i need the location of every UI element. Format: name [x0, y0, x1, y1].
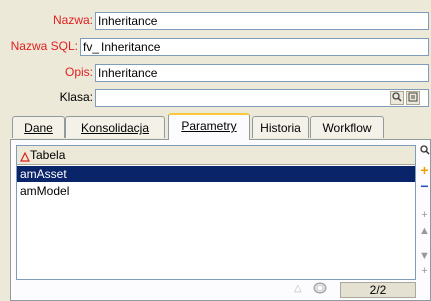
tab-konsolidacja[interactable]: Konsolidacja [65, 116, 165, 138]
record-count: 2/2 [340, 282, 416, 298]
column-header-label: Tabela [30, 148, 66, 162]
tab-historia[interactable]: Historia [252, 116, 309, 138]
tab-workflow[interactable]: Workflow [310, 116, 384, 138]
tab-konsolidacja-label: Konsolidacja [80, 121, 150, 135]
nazwa-sql-value: Inheritance [101, 40, 161, 54]
sort-icon [20, 149, 30, 167]
tab-dane[interactable]: Dane [12, 116, 65, 138]
remove-icon[interactable]: − [418, 179, 431, 193]
nazwa-sql-prefix: fv_ [83, 40, 100, 54]
add-icon[interactable]: + [418, 163, 431, 177]
search-icon[interactable] [418, 145, 431, 159]
nazwa-sql-field[interactable]: fv_ Inheritance [80, 38, 429, 56]
up-icon[interactable]: ▲ [418, 224, 431, 238]
add-disabled-icon: + [421, 209, 428, 221]
tab-workflow-label: Workflow [322, 121, 372, 135]
table-row[interactable]: amAsset [17, 166, 415, 182]
details-icon[interactable] [406, 91, 420, 105]
tab-parametry-label: Parametry [181, 119, 237, 133]
filter-icon[interactable]: △ [294, 283, 302, 294]
nazwa-field[interactable]: Inheritance [95, 12, 429, 30]
tab-parametry[interactable]: Parametry [168, 113, 250, 140]
opis-field[interactable]: Inheritance [95, 64, 429, 82]
klasa-label: Klasa: [59, 90, 93, 104]
search-icon[interactable] [390, 91, 404, 105]
column-header-tabela[interactable]: Tabela [17, 146, 415, 165]
tab-dane-label: Dane [24, 121, 53, 135]
refresh-icon[interactable] [312, 281, 328, 298]
klasa-field[interactable] [95, 89, 429, 107]
down-icon[interactable]: ▼ [418, 249, 431, 263]
table-row[interactable]: amModel [17, 183, 415, 199]
nazwa-label: Nazwa: [52, 13, 93, 27]
nazwa-sql-label: Nazwa SQL: [10, 39, 78, 53]
opis-label: Opis: [64, 65, 93, 79]
add-disabled-icon: + [421, 265, 428, 277]
tab-historia-label: Historia [260, 121, 301, 135]
table-grid: Tabela amAsset amModel [16, 145, 416, 280]
